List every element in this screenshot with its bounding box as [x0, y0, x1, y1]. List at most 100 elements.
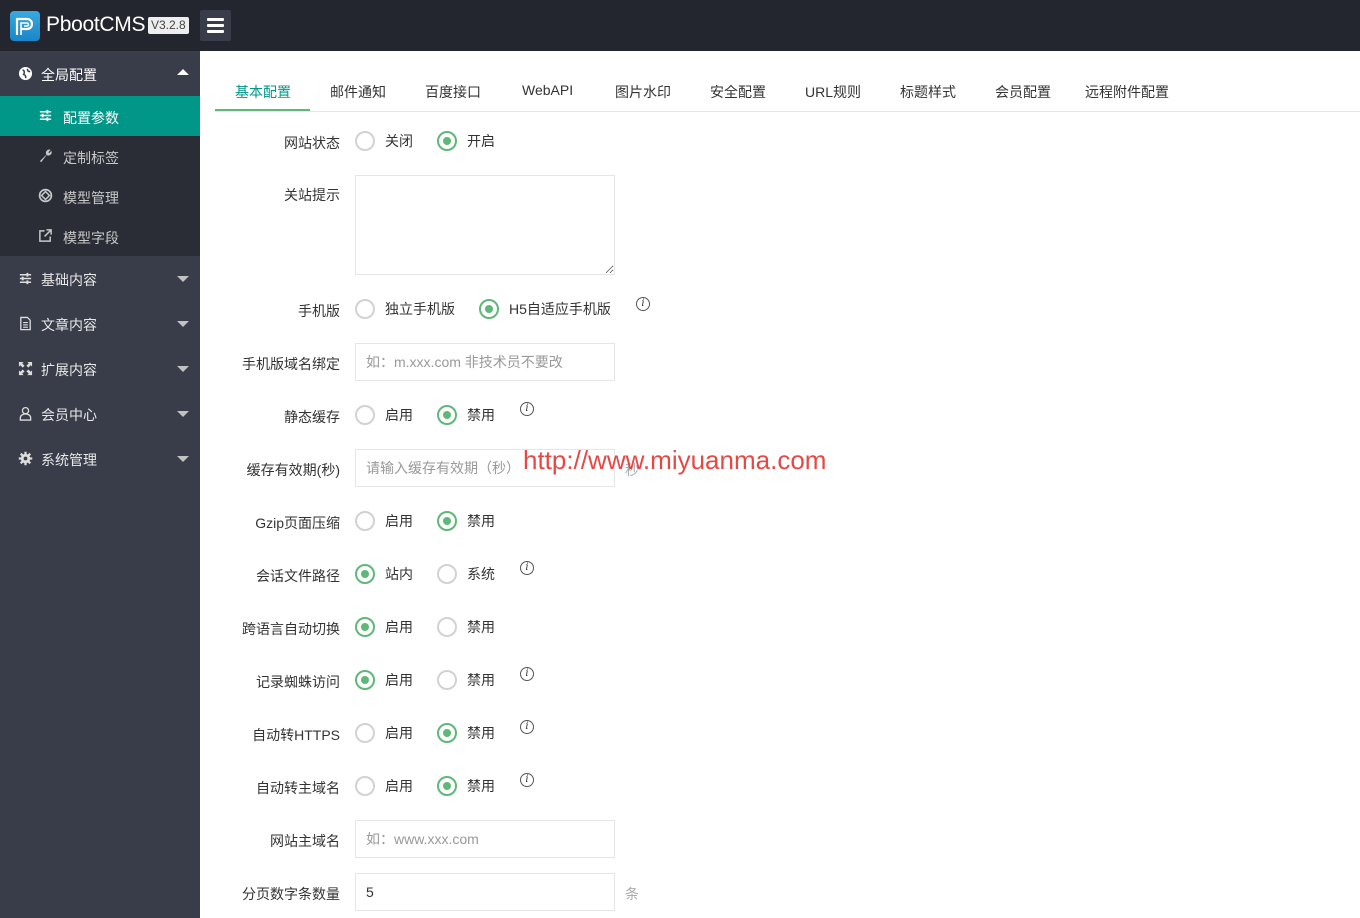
- field-label: 关站提示: [284, 187, 340, 203]
- tab-webapi[interactable]: WebAPI: [522, 82, 573, 98]
- radio-circle[interactable]: [355, 776, 375, 796]
- field-label: 网站主域名: [270, 833, 340, 849]
- field-label: 静态缓存: [284, 409, 340, 425]
- main-content: 基本配置 邮件通知 百度接口 WebAPI 图片水印 安全配置 URL规则 标题…: [200, 51, 1360, 918]
- radio-session-system[interactable]: 系统: [437, 564, 495, 584]
- radio-label: 独立手机版: [385, 301, 455, 317]
- radio-spider-enable[interactable]: 启用: [355, 670, 413, 690]
- radio-gzip-disable[interactable]: 禁用: [437, 511, 495, 531]
- tab-security-config[interactable]: 安全配置: [710, 82, 766, 102]
- main-domain-input[interactable]: [355, 820, 615, 858]
- tab-url-rules[interactable]: URL规则: [805, 82, 861, 102]
- radio-circle[interactable]: [355, 131, 375, 151]
- sidebar-group-member-center[interactable]: 会员中心: [0, 391, 200, 436]
- field-label: Gzip页面压缩: [255, 515, 340, 531]
- sidebar-item-custom-tags[interactable]: 定制标签: [0, 136, 200, 176]
- sidebar-item-config-params[interactable]: 配置参数: [0, 96, 200, 136]
- radio-circle[interactable]: [355, 405, 375, 425]
- sidebar-group-label: 会员中心: [41, 407, 97, 423]
- info-icon[interactable]: i: [520, 667, 534, 681]
- sidebar-group-label: 全局配置: [41, 67, 97, 83]
- radio-label: H5自适应手机版: [509, 301, 611, 317]
- radio-circle[interactable]: [437, 670, 457, 690]
- radio-circle[interactable]: [437, 405, 457, 425]
- watermark-text: http://www.miyuanma.com: [523, 445, 827, 475]
- radio-circle[interactable]: [355, 299, 375, 319]
- config-tabs: 基本配置 邮件通知 百度接口 WebAPI 图片水印 安全配置 URL规则 标题…: [215, 71, 1360, 112]
- sidebar: 全局配置 配置参数 定制标签 模型管理 模型字段 基础内容 文章内容 扩展内容: [0, 51, 200, 918]
- tab-remote-attachment[interactable]: 远程附件配置: [1085, 82, 1169, 102]
- radio-site-open[interactable]: 开启: [437, 131, 495, 151]
- radio-label: 系统: [467, 566, 495, 582]
- radio-label: 启用: [385, 407, 413, 423]
- radio-main-domain-disable[interactable]: 禁用: [437, 776, 495, 796]
- radio-label: 禁用: [467, 778, 495, 794]
- caret-down-icon: [177, 321, 189, 327]
- radio-label: 启用: [385, 619, 413, 635]
- radio-spider-disable[interactable]: 禁用: [437, 670, 495, 690]
- sidebar-item-model-fields[interactable]: 模型字段: [0, 216, 200, 256]
- sidebar-group-extend-content[interactable]: 扩展内容: [0, 346, 200, 391]
- radio-circle[interactable]: [437, 131, 457, 151]
- sidebar-group-label: 基础内容: [41, 272, 97, 288]
- radio-label: 禁用: [467, 513, 495, 529]
- radio-circle[interactable]: [355, 723, 375, 743]
- radio-static-cache-enable[interactable]: 启用: [355, 405, 413, 425]
- sidebar-group-label: 扩展内容: [41, 362, 97, 378]
- radio-circle[interactable]: [437, 723, 457, 743]
- tab-title-style[interactable]: 标题样式: [900, 82, 956, 102]
- radio-mobile-standalone[interactable]: 独立手机版: [355, 299, 455, 319]
- radio-circle[interactable]: [355, 511, 375, 531]
- tab-baidu-api[interactable]: 百度接口: [425, 82, 481, 102]
- radio-lang-switch-enable[interactable]: 启用: [355, 617, 413, 637]
- sidebar-group-system-manage[interactable]: 系统管理: [0, 436, 200, 481]
- info-icon[interactable]: i: [520, 402, 534, 416]
- info-icon[interactable]: i: [520, 561, 534, 575]
- sidebar-group-article-content[interactable]: 文章内容: [0, 301, 200, 346]
- radio-circle[interactable]: [437, 617, 457, 637]
- wrench-icon: [39, 149, 52, 163]
- radio-circle[interactable]: [355, 564, 375, 584]
- radio-circle[interactable]: [437, 511, 457, 531]
- radio-circle[interactable]: [437, 564, 457, 584]
- page-num-input[interactable]: [355, 873, 615, 911]
- radio-circle[interactable]: [355, 617, 375, 637]
- close-tip-textarea[interactable]: [355, 175, 615, 275]
- radio-gzip-enable[interactable]: 启用: [355, 511, 413, 531]
- radio-static-cache-disable[interactable]: 禁用: [437, 405, 495, 425]
- radio-main-domain-enable[interactable]: 启用: [355, 776, 413, 796]
- radio-label: 开启: [467, 133, 495, 149]
- page-num-suffix: 条: [625, 886, 639, 902]
- radio-label: 关闭: [385, 133, 413, 149]
- sidebar-item-model-manage[interactable]: 模型管理: [0, 176, 200, 216]
- hamburger-icon[interactable]: [200, 10, 231, 41]
- tab-image-watermark[interactable]: 图片水印: [615, 82, 671, 102]
- active-tab-indicator: [215, 109, 310, 111]
- globe-icon: [18, 66, 33, 81]
- info-icon[interactable]: i: [520, 773, 534, 787]
- radio-session-internal[interactable]: 站内: [355, 564, 413, 584]
- radio-circle[interactable]: [437, 776, 457, 796]
- radio-mobile-h5[interactable]: H5自适应手机版: [479, 299, 611, 319]
- top-header: PbootCMS V3.2.8: [0, 0, 1360, 51]
- radio-https-enable[interactable]: 启用: [355, 723, 413, 743]
- radio-lang-switch-disable[interactable]: 禁用: [437, 617, 495, 637]
- info-icon[interactable]: i: [636, 297, 650, 311]
- field-label: 自动转主域名: [256, 780, 340, 796]
- gear-icon: [18, 451, 33, 466]
- info-icon[interactable]: i: [520, 720, 534, 734]
- mobile-domain-input[interactable]: [355, 343, 615, 381]
- radio-site-closed[interactable]: 关闭: [355, 131, 413, 151]
- radio-circle[interactable]: [355, 670, 375, 690]
- radio-https-disable[interactable]: 禁用: [437, 723, 495, 743]
- radio-label: 禁用: [467, 725, 495, 741]
- tab-basic-config[interactable]: 基本配置: [235, 82, 291, 102]
- caret-up-icon: [177, 69, 189, 75]
- radio-circle[interactable]: [479, 299, 499, 319]
- sidebar-group-basic-content[interactable]: 基础内容: [0, 256, 200, 301]
- field-label: 自动转HTTPS: [252, 727, 340, 743]
- tab-email-notify[interactable]: 邮件通知: [330, 82, 386, 102]
- pboot-logo-icon[interactable]: [10, 11, 40, 41]
- tab-member-config[interactable]: 会员配置: [995, 82, 1051, 102]
- sidebar-group-global-config[interactable]: 全局配置: [0, 51, 200, 96]
